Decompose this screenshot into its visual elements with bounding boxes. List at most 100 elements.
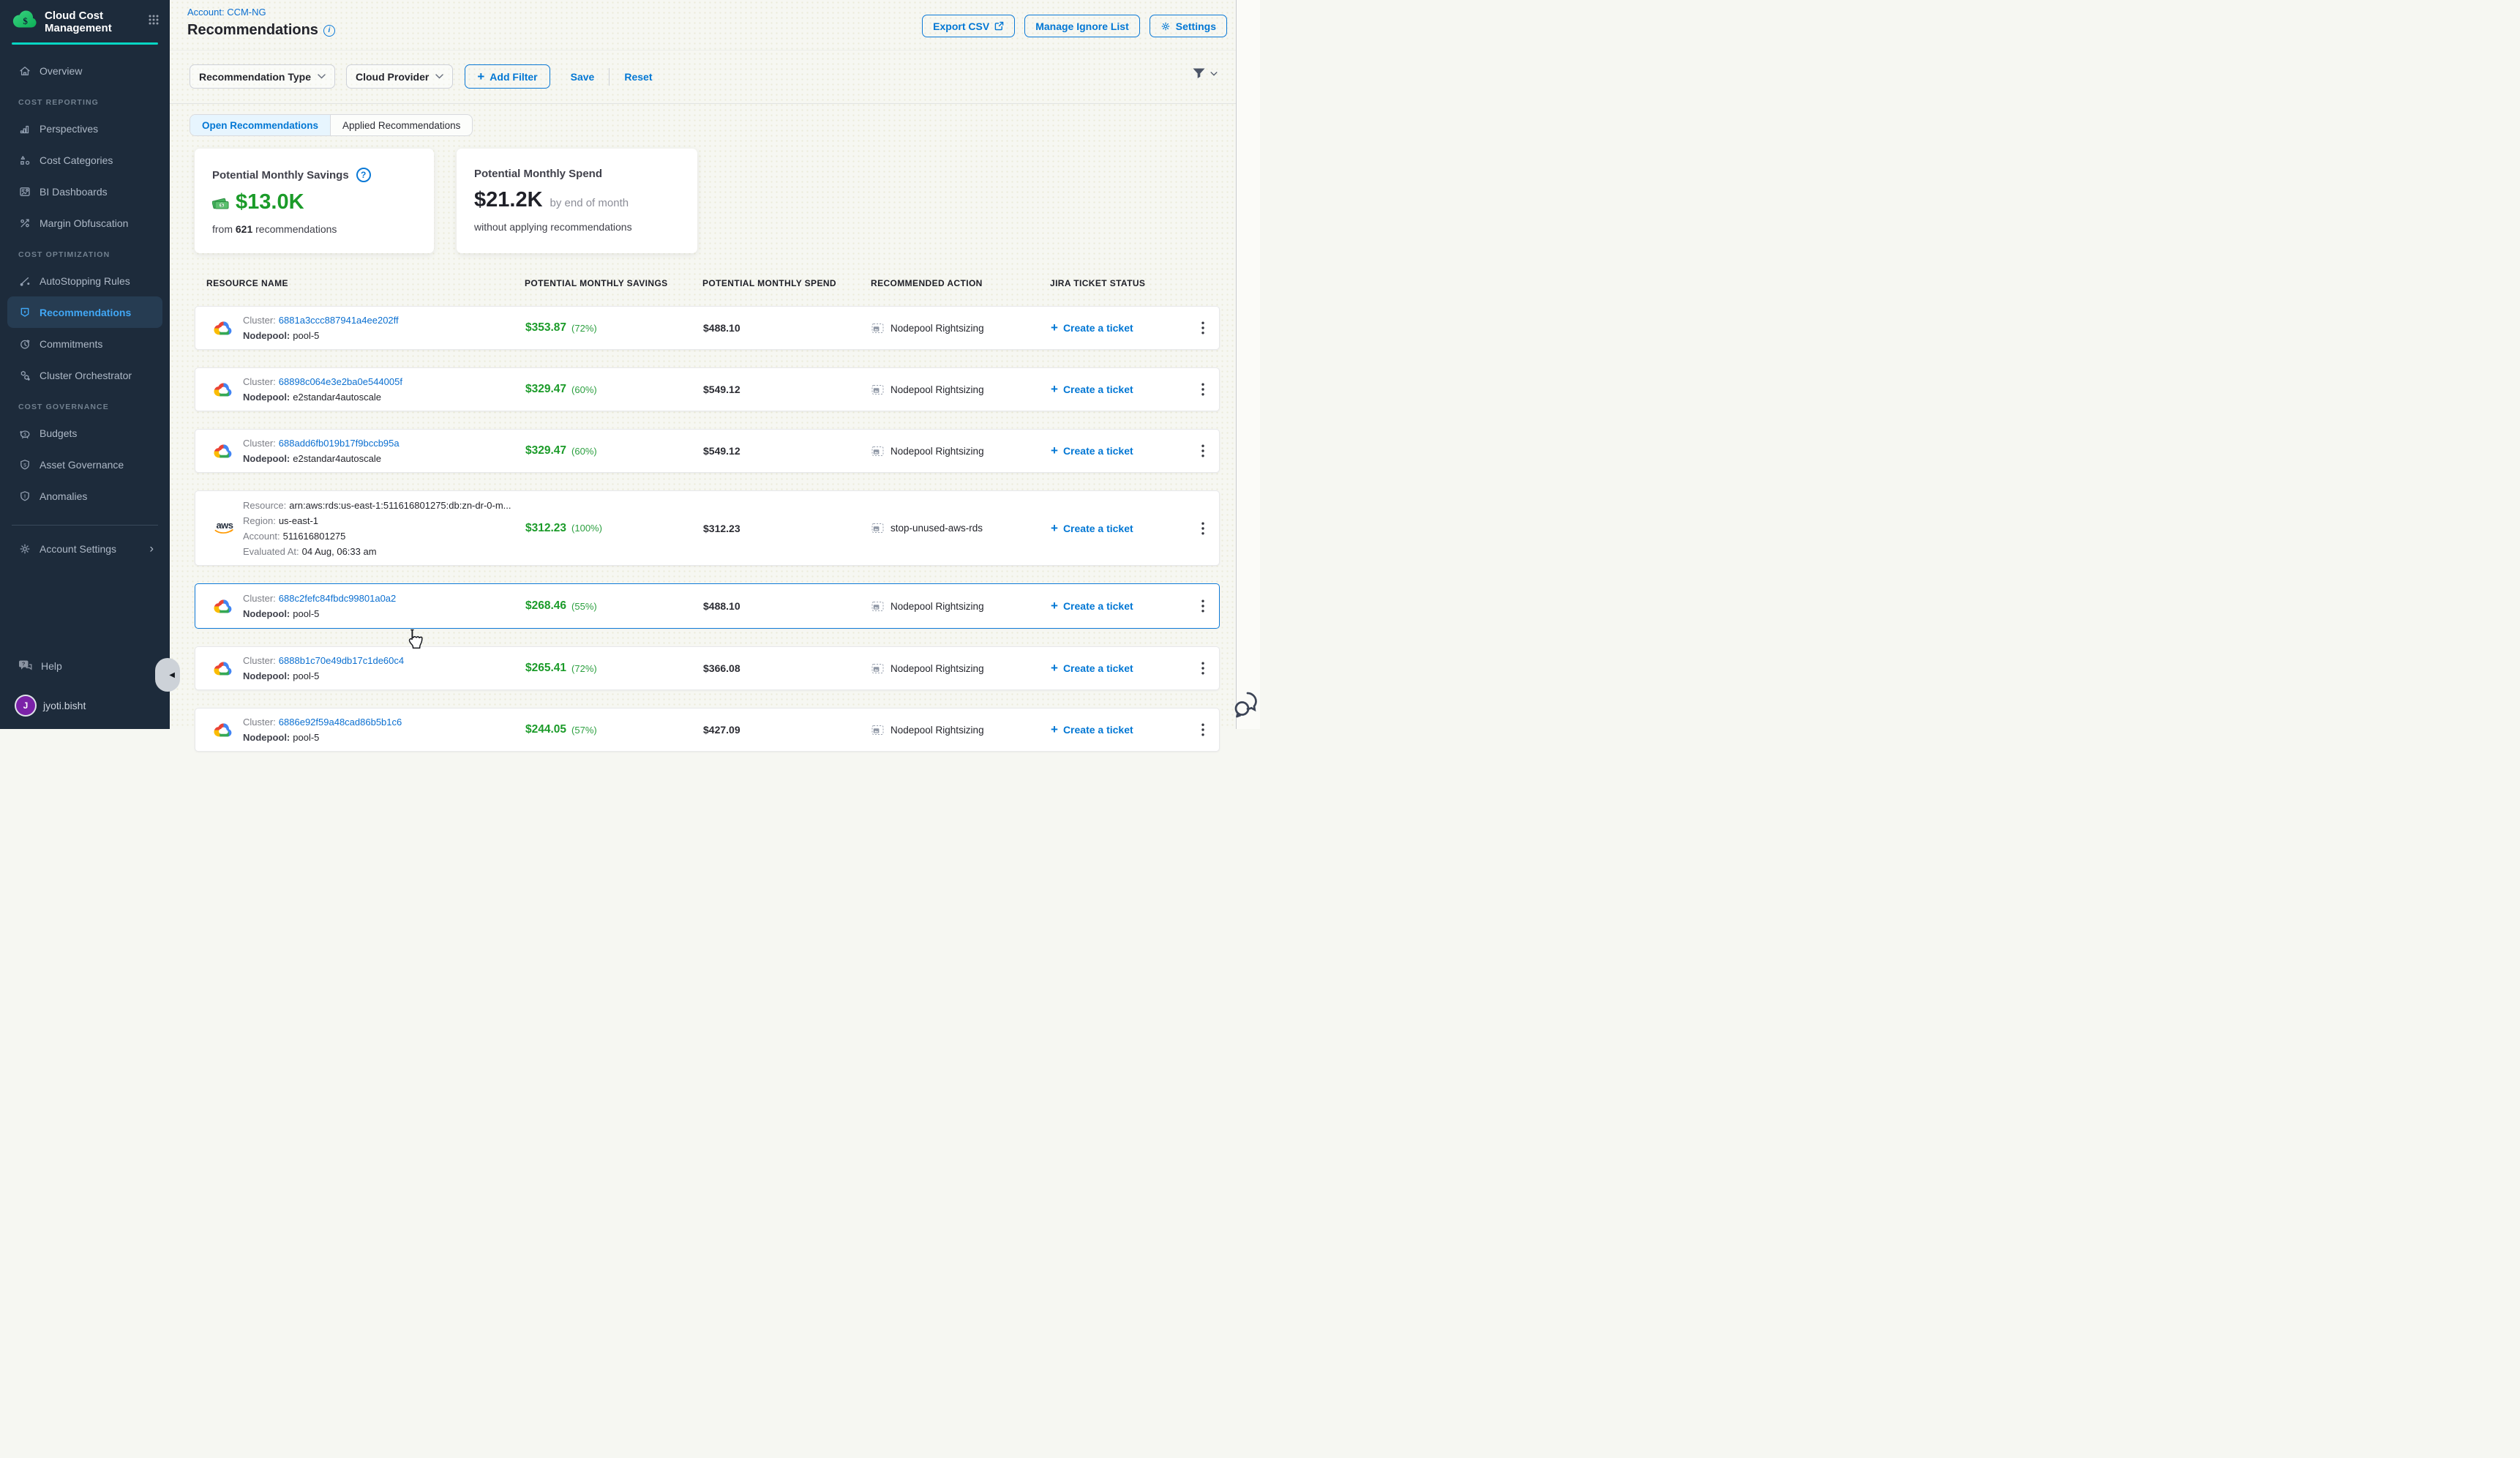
- sidebar-item-perspectives[interactable]: Perspectives: [0, 113, 170, 144]
- table-row[interactable]: Cluster:6886e92f59a48cad86b5b1c6 Nodepoo…: [195, 708, 1220, 752]
- table-row[interactable]: Cluster:6881a3ccc887941a4ee202ff Nodepoo…: [195, 306, 1220, 350]
- recommendations-table: Cluster:6881a3ccc887941a4ee202ff Nodepoo…: [195, 306, 1220, 769]
- cluster-link[interactable]: 688add6fb019b17f9bccb95a: [279, 438, 400, 449]
- svg-text:$: $: [23, 15, 28, 26]
- avatar: J: [16, 696, 35, 715]
- collapse-arrow-icon: ◀: [169, 671, 175, 679]
- savings-value: $268.46: [525, 599, 566, 613]
- kebab-menu[interactable]: [1186, 444, 1219, 457]
- plus-icon: +: [1051, 599, 1058, 613]
- svg-text:$: $: [24, 433, 27, 437]
- ccm-logo-icon: $: [12, 10, 38, 34]
- recommended-action: Nodepool Rightsizing: [890, 663, 984, 674]
- rightsizing-icon: [871, 384, 884, 395]
- cluster-link[interactable]: 6888b1c70e49db17c1de60c4: [279, 655, 404, 666]
- svg-text:$: $: [220, 203, 223, 208]
- spend-value: $488.10: [703, 322, 740, 334]
- settings-button[interactable]: Settings: [1150, 15, 1227, 37]
- user-menu[interactable]: J jyoti.bisht: [0, 691, 170, 720]
- manage-ignore-list-button[interactable]: Manage Ignore List: [1024, 15, 1140, 37]
- spend-value: $549.12: [703, 384, 740, 395]
- accent-divider: [12, 42, 158, 45]
- recommended-action: Nodepool Rightsizing: [890, 384, 984, 395]
- table-row[interactable]: aws Resource:arn:aws:rds:us-east-1:51161…: [195, 490, 1220, 566]
- create-ticket-button[interactable]: +Create a ticket: [1051, 444, 1186, 458]
- info-icon[interactable]: i: [323, 25, 335, 37]
- savings-value: $265.41: [525, 662, 566, 675]
- app-title: Cloud Cost Management: [45, 10, 130, 34]
- spend-value: $488.10: [703, 600, 740, 612]
- cluster-link[interactable]: 6881a3ccc887941a4ee202ff: [279, 315, 399, 326]
- gcp-icon: [214, 722, 236, 738]
- home-icon: [18, 64, 31, 78]
- breadcrumb[interactable]: Account: CCM-NG: [187, 7, 266, 18]
- tab-open-recommendations[interactable]: Open Recommendations: [190, 115, 331, 135]
- autostopping-icon: [18, 274, 31, 288]
- hexagons-icon: [18, 369, 31, 382]
- cluster-link[interactable]: 688c2fefc84fbdc99801a0a2: [279, 593, 396, 604]
- cluster-link[interactable]: 6886e92f59a48cad86b5b1c6: [279, 717, 402, 728]
- kebab-menu[interactable]: [1186, 383, 1219, 396]
- col-resource-name: RESOURCE NAME: [195, 278, 525, 288]
- sidebar-item-account-settings[interactable]: Account Settings ›: [0, 533, 170, 564]
- sidebar-item-autostopping-rules[interactable]: AutoStopping Rules: [0, 265, 170, 296]
- chevron-down-icon: [318, 74, 326, 79]
- tab-applied-recommendations[interactable]: Applied Recommendations: [331, 115, 472, 135]
- spend-value: $312.23: [703, 523, 740, 534]
- support-chat-icon[interactable]: [1232, 690, 1266, 725]
- sidebar-item-overview[interactable]: Overview: [0, 55, 170, 86]
- reset-filter-button[interactable]: Reset: [624, 71, 652, 83]
- sidebar-item-anomalies[interactable]: ! Anomalies: [0, 480, 170, 512]
- create-ticket-button[interactable]: +Create a ticket: [1051, 722, 1186, 737]
- plus-icon: +: [1051, 722, 1058, 737]
- table-row[interactable]: Cluster:6888b1c70e49db17c1de60c4 Nodepoo…: [195, 646, 1220, 690]
- spend-value: $366.08: [703, 662, 740, 674]
- sidebar-item-bi-dashboards[interactable]: BI Dashboards: [0, 176, 170, 207]
- spend-value: $549.12: [703, 445, 740, 457]
- rightsizing-icon: [871, 446, 884, 457]
- sidebar-item-margin-obfuscation[interactable]: Margin Obfuscation: [0, 207, 170, 239]
- table-row[interactable]: Cluster:68898c064e3e2ba0e544005f Nodepoo…: [195, 367, 1220, 411]
- kebab-menu[interactable]: [1186, 662, 1219, 675]
- save-filter-button[interactable]: Save: [571, 71, 595, 83]
- create-ticket-button[interactable]: +Create a ticket: [1051, 321, 1186, 335]
- question-icon[interactable]: ?: [356, 168, 371, 182]
- recommendation-type-dropdown[interactable]: Recommendation Type: [190, 64, 335, 89]
- filter-funnel-icon: [1192, 67, 1206, 80]
- cloud-provider-dropdown[interactable]: Cloud Provider: [346, 64, 453, 89]
- export-csv-button[interactable]: Export CSV: [922, 15, 1015, 37]
- cluster-link[interactable]: 68898c064e3e2ba0e544005f: [279, 376, 402, 387]
- filter-panel-button[interactable]: [1192, 67, 1218, 80]
- section-cost-reporting: COST REPORTING: [0, 98, 170, 110]
- create-ticket-button[interactable]: +Create a ticket: [1051, 661, 1186, 676]
- gear-icon: [1160, 21, 1171, 31]
- sidebar-item-commitments[interactable]: Commitments: [0, 328, 170, 359]
- sidebar-item-asset-governance[interactable]: $ Asset Governance: [0, 449, 170, 480]
- kebab-menu[interactable]: [1186, 321, 1219, 334]
- potential-monthly-savings-card: Potential Monthly Savings ? $ $13.0K fro…: [195, 149, 434, 253]
- gear-icon: [18, 542, 31, 556]
- kebab-menu[interactable]: [1186, 723, 1219, 736]
- sidebar-item-cost-categories[interactable]: Cost Categories: [0, 144, 170, 176]
- table-row-selected[interactable]: Cluster:688c2fefc84fbdc99801a0a2 Nodepoo…: [195, 583, 1220, 629]
- header-divider: [170, 50, 1236, 51]
- sidebar-item-cluster-orchestrator[interactable]: Cluster Orchestrator: [0, 359, 170, 391]
- table-row[interactable]: Cluster:688add6fb019b17f9bccb95a Nodepoo…: [195, 429, 1220, 473]
- sidebar-collapse-handle[interactable]: ◀: [155, 658, 180, 692]
- kebab-menu[interactable]: [1186, 599, 1219, 613]
- create-ticket-button[interactable]: +Create a ticket: [1051, 382, 1186, 397]
- sidebar-divider: [12, 525, 158, 526]
- sidebar-item-recommendations[interactable]: Recommendations: [7, 296, 162, 328]
- kebab-menu[interactable]: [1186, 522, 1219, 535]
- col-potential-monthly-spend: POTENTIAL MONTHLY SPEND: [702, 278, 871, 288]
- add-filter-button[interactable]: + Add Filter: [465, 64, 550, 89]
- create-ticket-button[interactable]: +Create a ticket: [1051, 521, 1186, 536]
- recommendation-count: 621: [236, 223, 252, 235]
- create-ticket-button[interactable]: +Create a ticket: [1051, 599, 1186, 613]
- app-grid-icon[interactable]: [148, 14, 160, 29]
- scrollbar-track[interactable]: [1236, 0, 1260, 729]
- sidebar-item-budgets[interactable]: $ Budgets: [0, 417, 170, 449]
- sidebar-item-help[interactable]: ? Help: [0, 651, 170, 681]
- rightsizing-icon: [871, 523, 884, 534]
- gcp-icon: [214, 381, 236, 397]
